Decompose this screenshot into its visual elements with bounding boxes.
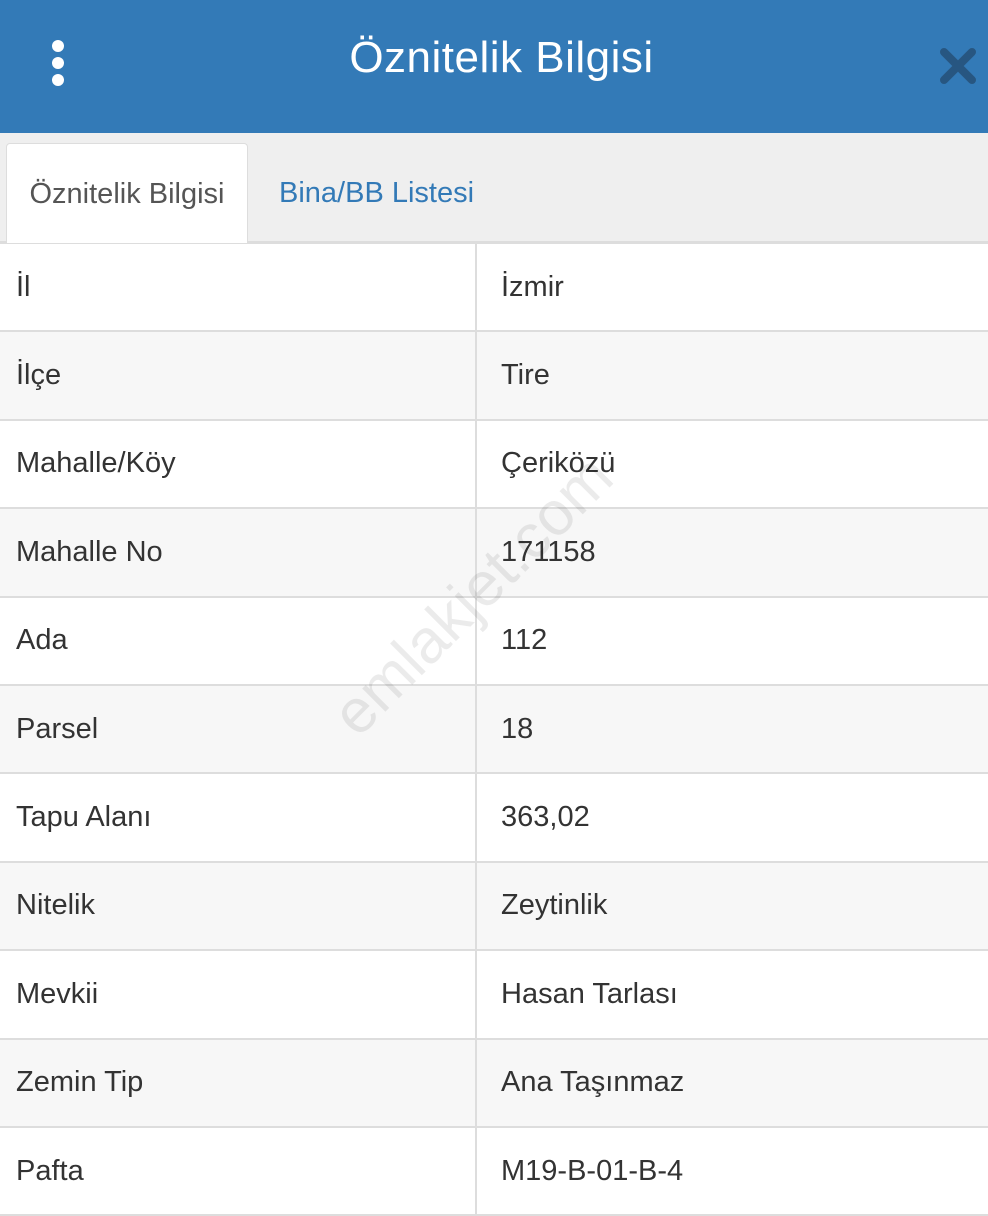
- row-value: M19-B-01-B-4: [501, 1154, 684, 1187]
- table-row: Pafta M19-B-01-B-4: [0, 1127, 988, 1216]
- row-key: Ada: [0, 597, 477, 684]
- table-row: İl İzmir: [0, 244, 988, 333]
- table-row: Ada 112: [0, 597, 988, 686]
- row-key: Zemin Tip: [0, 1039, 477, 1126]
- header-bar: Öznitelik Bilgisi: [0, 0, 988, 133]
- row-value: Çeriközü: [501, 447, 616, 480]
- table-row: İlçe Tire: [0, 332, 988, 421]
- page-title: Öznitelik Bilgisi: [349, 33, 654, 82]
- row-value: 363,02: [501, 801, 590, 834]
- row-key: Pafta: [0, 1127, 477, 1215]
- row-key: Tapu Alanı: [0, 774, 477, 861]
- row-value: Zeytinlik: [501, 889, 608, 922]
- row-value: 18: [501, 712, 534, 745]
- close-icon[interactable]: [938, 46, 978, 86]
- row-key: Mahalle/Köy: [0, 420, 477, 508]
- row-key: Parsel: [0, 685, 477, 773]
- row-value: 171158: [501, 535, 596, 568]
- table-row: Zemin Tip Ana Taşınmaz: [0, 1039, 988, 1128]
- row-key: Nitelik: [0, 862, 477, 950]
- table-row: Mevkii Hasan Tarlası: [0, 951, 988, 1040]
- table-row: Mahalle No 171158: [0, 509, 988, 598]
- row-value: İzmir: [501, 270, 564, 303]
- tab-bar: Öznitelik Bilgisi Bina/BB Listesi: [0, 133, 988, 244]
- table-row: Tapu Alanı 363,02: [0, 774, 988, 863]
- row-key: İl: [0, 244, 477, 331]
- table-row: Parsel 18: [0, 685, 988, 775]
- row-value: 112: [501, 624, 548, 657]
- row-value: Tire: [501, 359, 550, 392]
- table-row: Nitelik Zeytinlik: [0, 862, 988, 952]
- tab-oznitelik-bilgisi[interactable]: Öznitelik Bilgisi: [6, 143, 248, 243]
- row-value: Hasan Tarlası: [501, 977, 678, 1010]
- row-key: Mevkii: [0, 951, 477, 1038]
- row-key: İlçe: [0, 332, 477, 419]
- row-value: Ana Taşınmaz: [501, 1066, 685, 1099]
- row-key: Mahalle No: [0, 509, 477, 596]
- tab-bina-bb-listesi[interactable]: Bina/BB Listesi: [279, 143, 474, 243]
- attribute-table: İl İzmir İlçe Tire Mahalle/Köy Çeriközü …: [0, 244, 988, 1216]
- table-row: Mahalle/Köy Çeriközü: [0, 420, 988, 510]
